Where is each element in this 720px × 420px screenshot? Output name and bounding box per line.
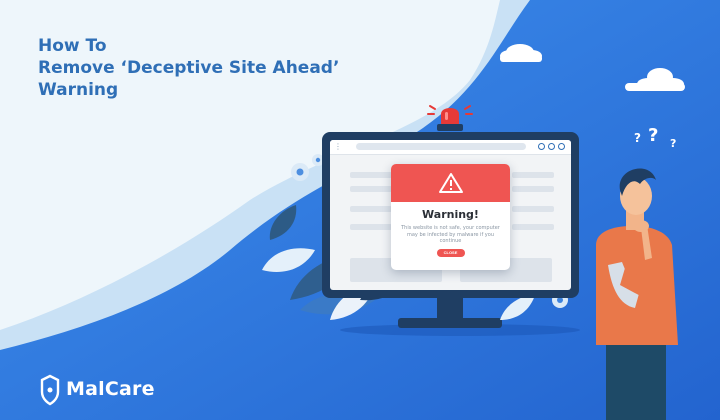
headline-line-1: How To [38,36,107,56]
content-placeholder [512,186,554,192]
content-placeholder [512,206,554,212]
window-control-icon [548,143,555,150]
headline-line-3: Warning [38,80,119,100]
content-placeholder [350,186,392,192]
window-control-icon [558,143,565,150]
content-placeholder [512,172,554,178]
menu-dots-icon: ⋮ [334,142,342,151]
question-mark: ? [670,137,677,150]
headline-line-2: Remove ‘Deceptive Site Ahead’ [38,58,340,78]
content-placeholder [512,224,554,230]
malcare-logo: MalCare [36,378,155,400]
warning-message: This website is not safe, your computer … [401,225,500,244]
warning-triangle-icon [438,173,463,193]
question-mark: ? [634,131,641,145]
warning-title: Warning! [422,208,479,221]
content-placeholder [350,224,392,230]
content-placeholder [350,172,392,178]
hero-banner: How To Remove ‘Deceptive Site Ahead’ War… [0,0,720,420]
address-bar [356,143,526,150]
warning-dialog-header [391,164,510,202]
content-placeholder [350,206,392,212]
window-control-icon [538,143,545,150]
window-controls [538,143,565,150]
brand-name: MalCare [66,378,155,400]
browser-toolbar: ⋮ [330,140,571,155]
close-button[interactable]: CLOSE [436,248,465,257]
headline: How To Remove ‘Deceptive Site Ahead’ War… [38,35,339,101]
question-mark: ? [648,125,659,146]
warning-dialog: Warning! This website is not safe, your … [391,164,510,270]
